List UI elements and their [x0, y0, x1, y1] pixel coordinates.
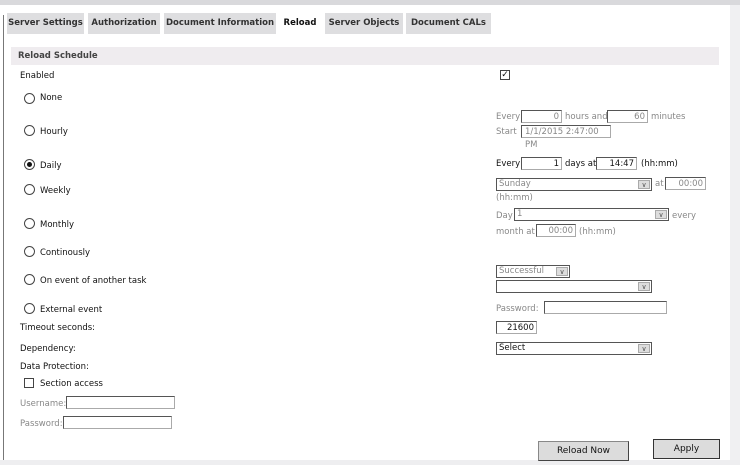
event-status-value: Successful [499, 266, 544, 276]
section-access-label: Section access [40, 379, 103, 389]
hourly-minutes-input[interactable]: 60 [607, 110, 648, 123]
bottom-band [0, 460, 740, 465]
reload-now-button[interactable]: Reload Now [538, 441, 629, 461]
daily-time-input[interactable]: 14:47 [596, 157, 637, 170]
dependency-value: Select [499, 343, 526, 353]
daily-hhmm-label: (hh:mm) [641, 159, 678, 169]
radio-external-event-label: External event [40, 305, 103, 315]
left-border [3, 15, 4, 460]
weekly-time-input[interactable]: 00:00 [665, 177, 706, 190]
dependency-select[interactable]: Select ∨ [496, 342, 652, 355]
event-status-select[interactable]: Successful ∨ [496, 265, 570, 278]
timeout-label: Timeout seconds: [20, 323, 96, 333]
tab-authorization[interactable]: Authorization [88, 13, 160, 34]
data-protection-label: Data Protection: [20, 362, 89, 372]
radio-monthly[interactable] [24, 218, 35, 229]
tab-document-cals[interactable]: Document CALs [406, 13, 491, 34]
weekly-day-select[interactable]: Sunday ∨ [496, 178, 652, 191]
external-password-input[interactable] [544, 301, 667, 314]
weekly-at-label: at [655, 179, 664, 189]
monthly-day-label: Day [496, 211, 513, 221]
section-header: Reload Schedule [11, 47, 719, 65]
radio-monthly-label: Monthly [40, 220, 75, 230]
chevron-down-icon: ∨ [638, 180, 650, 189]
tab-server-objects[interactable]: Server Objects [325, 13, 403, 34]
radio-daily-label: Daily [40, 161, 62, 171]
days-at-label: days at [565, 159, 597, 169]
monthly-time-input[interactable]: 00:00 [536, 224, 576, 237]
hours-and-label: hours and [565, 112, 608, 122]
radio-hourly[interactable] [24, 125, 35, 136]
start-label: Start [496, 127, 517, 137]
timeout-input[interactable]: 21600 [496, 321, 537, 334]
external-password-label: Password: [496, 304, 539, 314]
section-access-checkbox[interactable] [24, 378, 34, 388]
enabled-checkbox[interactable]: ✓ [500, 70, 510, 80]
tab-server-settings[interactable]: Server Settings [7, 13, 84, 34]
monthly-day-select[interactable]: 1 ∨ [514, 208, 669, 221]
chevron-down-icon: ∨ [655, 210, 667, 219]
tab-reload[interactable]: Reload [276, 13, 324, 34]
radio-on-event[interactable] [24, 274, 35, 285]
dependency-label: Dependency: [20, 344, 76, 354]
radio-daily[interactable] [24, 159, 35, 170]
month-at-label: month at [496, 227, 535, 237]
hourly-hours-input[interactable]: 0 [521, 110, 562, 123]
enabled-label: Enabled [20, 71, 55, 81]
password-label: Password: [20, 419, 63, 429]
username-label: Username: [20, 399, 67, 409]
top-band [0, 0, 740, 5]
apply-button[interactable]: Apply [653, 439, 720, 459]
radio-weekly[interactable] [24, 184, 35, 195]
tab-document-information[interactable]: Document Information [164, 13, 276, 34]
daily-days-input[interactable]: 1 [521, 157, 562, 170]
radio-continously-label: Continously [40, 248, 91, 258]
hourly-every-label: Every [496, 112, 521, 122]
monthly-day-value: 1 [517, 209, 523, 219]
radio-hourly-label: Hourly [40, 127, 68, 137]
start-input[interactable]: 1/1/2015 2:47:00 PM [521, 125, 611, 150]
event-task-select[interactable]: ∨ [496, 280, 652, 293]
chevron-down-icon: ∨ [638, 282, 650, 291]
radio-none[interactable] [24, 93, 35, 104]
radio-continously[interactable] [24, 246, 35, 257]
chevron-down-icon: ∨ [638, 344, 650, 353]
right-band [730, 5, 740, 465]
password-input[interactable] [63, 416, 172, 429]
monthly-hhmm-label: (hh:mm) [579, 227, 616, 237]
monthly-every-label: every [672, 211, 697, 221]
radio-external-event[interactable] [24, 303, 35, 314]
weekly-day-value: Sunday [499, 179, 531, 189]
radio-on-event-label: On event of another task [40, 276, 147, 286]
minutes-label: minutes [651, 112, 686, 122]
chevron-down-icon: ∨ [556, 267, 568, 276]
radio-none-label: None [40, 93, 63, 103]
weekly-hhmm-label: (hh:mm) [496, 193, 533, 203]
daily-every-label: Every [496, 159, 521, 169]
username-input[interactable] [66, 396, 175, 409]
radio-weekly-label: Weekly [40, 186, 71, 196]
